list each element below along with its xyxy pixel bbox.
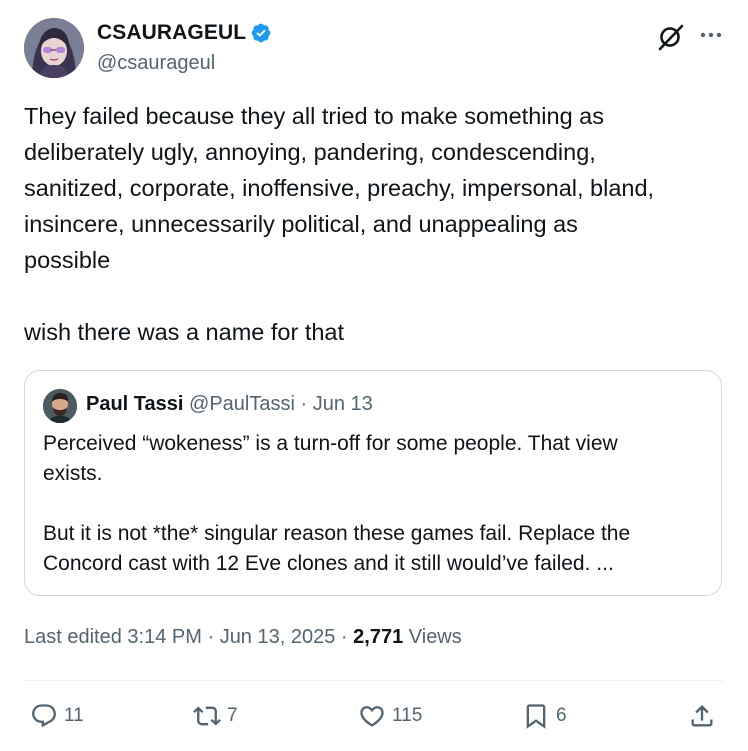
views-count: 2,771 xyxy=(353,626,404,648)
author-display-name[interactable]: CSAURAGEUL xyxy=(97,21,246,45)
author-handle[interactable]: @csaurageul xyxy=(97,52,215,75)
author-name-row: CSAURAGEUL xyxy=(97,21,272,45)
repost-button[interactable]: 7 xyxy=(193,698,238,734)
tweet: CSAURAGEUL @csaurageul They failed becau… xyxy=(24,18,724,729)
meta-separator: · xyxy=(207,626,215,648)
reply-count: 11 xyxy=(64,705,84,726)
quoted-author-avatar[interactable] xyxy=(43,389,77,423)
quoted-author-handle[interactable]: @PaulTassi xyxy=(189,393,295,415)
tweet-date[interactable]: Jun 13, 2025 xyxy=(220,626,336,648)
quoted-separator: · xyxy=(300,393,308,415)
edited-time[interactable]: Last edited 3:14 PM xyxy=(24,626,202,648)
like-button[interactable]: 115 xyxy=(358,698,422,734)
heart-icon xyxy=(358,702,386,730)
reply-button[interactable]: 11 xyxy=(30,698,84,734)
tweet-text: They failed because they all tried to ma… xyxy=(24,103,655,345)
bookmark-button[interactable]: 6 xyxy=(522,698,567,734)
like-count: 115 xyxy=(392,705,423,726)
more-options-icon[interactable] xyxy=(698,22,724,48)
quoted-author-name[interactable]: Paul Tassi xyxy=(86,393,183,415)
views-label: Views xyxy=(408,626,462,648)
meta-separator: · xyxy=(340,626,348,648)
share-button[interactable] xyxy=(688,698,716,734)
quoted-tweet-header: Paul Tassi @PaulTassi · Jun 13 xyxy=(86,393,373,416)
repost-icon xyxy=(193,702,221,730)
action-bar: 11 7 115 6 xyxy=(24,698,724,734)
divider xyxy=(24,680,724,681)
bookmark-count: 6 xyxy=(556,705,567,726)
share-icon xyxy=(688,702,716,730)
tweet-meta: Last edited 3:14 PM · Jun 13, 2025 · 2,7… xyxy=(24,626,462,649)
tweet-header: CSAURAGEUL @csaurageul xyxy=(24,18,724,80)
repost-count: 7 xyxy=(227,705,238,726)
verified-badge-icon[interactable] xyxy=(250,22,272,44)
quoted-tweet[interactable]: Paul Tassi @PaulTassi · Jun 13 Perceived… xyxy=(24,370,722,596)
grok-icon[interactable] xyxy=(656,22,686,52)
author-avatar[interactable] xyxy=(24,18,84,78)
bookmark-icon xyxy=(522,702,550,730)
quoted-tweet-date[interactable]: Jun 13 xyxy=(313,393,373,415)
quoted-tweet-text: Perceived “wokeness” is a turn-off for s… xyxy=(43,432,631,575)
reply-icon xyxy=(30,702,58,730)
